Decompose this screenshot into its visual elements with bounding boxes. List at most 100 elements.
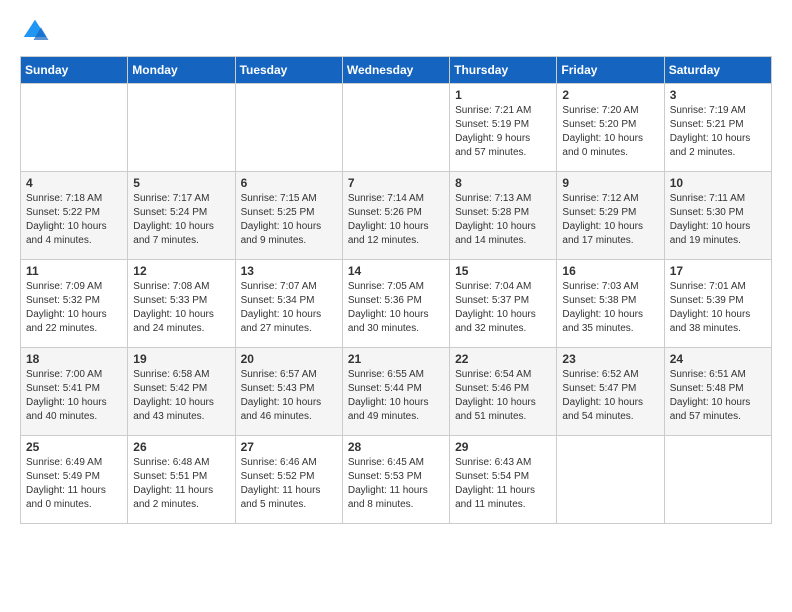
day-info: Sunrise: 6:46 AM Sunset: 5:52 PM Dayligh… — [241, 456, 337, 512]
day-info: Sunrise: 6:49 AM Sunset: 5:49 PM Dayligh… — [26, 456, 122, 512]
calendar-cell: 16 Sunrise: 7:03 AM Sunset: 5:38 PM Dayli… — [557, 260, 664, 348]
day-number: 9 — [562, 176, 658, 190]
calendar-cell — [128, 84, 235, 172]
day-info: Sunrise: 7:08 AM Sunset: 5:33 PM Dayligh… — [133, 280, 229, 336]
day-number: 24 — [670, 352, 766, 366]
calendar-cell: 25Sunrise: 6:49 AM Sunset: 5:49 PM Dayli… — [21, 436, 128, 524]
day-info: Sunrise: 7:05 AM Sunset: 5:36 PM Dayligh… — [348, 280, 444, 336]
day-info: Sunrise: 7:19 AM Sunset: 5:21 PM Dayligh… — [670, 104, 766, 160]
day-number: 18 — [26, 352, 122, 366]
calendar-cell: 4Sunrise: 7:18 AM Sunset: 5:22 PM Daylig… — [21, 172, 128, 260]
day-number: 26 — [133, 440, 229, 454]
day-number: 3 — [670, 88, 766, 102]
calendar-cell: 14 Sunrise: 7:05 AM Sunset: 5:36 PM Dayli… — [342, 260, 449, 348]
day-header-sunday: Sunday — [21, 57, 128, 84]
day-number: 14 — [348, 264, 444, 278]
day-number: 17 — [670, 264, 766, 278]
day-number: 15 — [455, 264, 551, 278]
day-info: Sunrise: 7:17 AM Sunset: 5:24 PM Dayligh… — [133, 192, 229, 248]
calendar-cell — [235, 84, 342, 172]
day-info: Sunrise: 7:18 AM Sunset: 5:22 PM Dayligh… — [26, 192, 122, 248]
day-number: 8 — [455, 176, 551, 190]
calendar-cell: 11 Sunrise: 7:09 AM Sunset: 5:32 PM Dayli… — [21, 260, 128, 348]
day-info: Sunrise: 7:04 AM Sunset: 5:37 PM Dayligh… — [455, 280, 551, 336]
calendar-cell: 15 Sunrise: 7:04 AM Sunset: 5:37 PM Dayli… — [450, 260, 557, 348]
day-number: 20 — [241, 352, 337, 366]
day-info: Sunrise: 7:14 AM Sunset: 5:26 PM Dayligh… — [348, 192, 444, 248]
day-number: 2 — [562, 88, 658, 102]
calendar-cell: 10 Sunrise: 7:11 AM Sunset: 5:30 PM Dayli… — [664, 172, 771, 260]
day-info: Sunrise: 7:00 AM Sunset: 5:41 PM Dayligh… — [26, 368, 122, 424]
calendar-cell: 12 Sunrise: 7:08 AM Sunset: 5:33 PM Dayli… — [128, 260, 235, 348]
day-header-saturday: Saturday — [664, 57, 771, 84]
calendar-cell — [21, 84, 128, 172]
day-info: Sunrise: 6:51 AM Sunset: 5:48 PM Dayligh… — [670, 368, 766, 424]
calendar-cell: 8Sunrise: 7:13 AM Sunset: 5:28 PM Daylig… — [450, 172, 557, 260]
calendar-cell: 21 Sunrise: 6:55 AM Sunset: 5:44 PM Dayli… — [342, 348, 449, 436]
day-number: 1 — [455, 88, 551, 102]
day-number: 21 — [348, 352, 444, 366]
day-info: Sunrise: 6:57 AM Sunset: 5:43 PM Dayligh… — [241, 368, 337, 424]
day-info: Sunrise: 6:43 AM Sunset: 5:54 PM Dayligh… — [455, 456, 551, 512]
day-number: 7 — [348, 176, 444, 190]
calendar-week-5: 25Sunrise: 6:49 AM Sunset: 5:49 PM Dayli… — [21, 436, 772, 524]
calendar-cell: 19 Sunrise: 6:58 AM Sunset: 5:42 PM Dayli… — [128, 348, 235, 436]
calendar-cell — [557, 436, 664, 524]
day-info: Sunrise: 7:21 AM Sunset: 5:19 PM Dayligh… — [455, 104, 551, 160]
calendar-cell: 17 Sunrise: 7:01 AM Sunset: 5:39 PM Dayli… — [664, 260, 771, 348]
day-number: 6 — [241, 176, 337, 190]
calendar-cell — [664, 436, 771, 524]
day-info: Sunrise: 6:54 AM Sunset: 5:46 PM Dayligh… — [455, 368, 551, 424]
day-info: Sunrise: 6:55 AM Sunset: 5:44 PM Dayligh… — [348, 368, 444, 424]
day-header-thursday: Thursday — [450, 57, 557, 84]
calendar-cell: 24 Sunrise: 6:51 AM Sunset: 5:48 PM Dayli… — [664, 348, 771, 436]
calendar-week-4: 18 Sunrise: 7:00 AM Sunset: 5:41 PM Dayli… — [21, 348, 772, 436]
day-info: Sunrise: 7:11 AM Sunset: 5:30 PM Dayligh… — [670, 192, 766, 248]
day-number: 28 — [348, 440, 444, 454]
calendar-cell: 22Sunrise: 6:54 AM Sunset: 5:46 PM Dayli… — [450, 348, 557, 436]
day-number: 12 — [133, 264, 229, 278]
day-info: Sunrise: 7:15 AM Sunset: 5:25 PM Dayligh… — [241, 192, 337, 248]
calendar-week-1: 1 Sunrise: 7:21 AM Sunset: 5:19 PM Daylig… — [21, 84, 772, 172]
logo — [20, 16, 54, 46]
calendar-cell: 29 Sunrise: 6:43 AM Sunset: 5:54 PM Dayli… — [450, 436, 557, 524]
calendar-cell: 7 Sunrise: 7:14 AM Sunset: 5:26 PM Daylig… — [342, 172, 449, 260]
calendar-cell: 27 Sunrise: 6:46 AM Sunset: 5:52 PM Dayli… — [235, 436, 342, 524]
calendar-cell: 20 Sunrise: 6:57 AM Sunset: 5:43 PM Dayli… — [235, 348, 342, 436]
calendar-week-3: 11 Sunrise: 7:09 AM Sunset: 5:32 PM Dayli… — [21, 260, 772, 348]
day-number: 11 — [26, 264, 122, 278]
day-header-tuesday: Tuesday — [235, 57, 342, 84]
day-info: Sunrise: 7:03 AM Sunset: 5:38 PM Dayligh… — [562, 280, 658, 336]
day-info: Sunrise: 7:01 AM Sunset: 5:39 PM Dayligh… — [670, 280, 766, 336]
calendar-cell: 3 Sunrise: 7:19 AM Sunset: 5:21 PM Daylig… — [664, 84, 771, 172]
day-header-wednesday: Wednesday — [342, 57, 449, 84]
calendar-cell: 5Sunrise: 7:17 AM Sunset: 5:24 PM Daylig… — [128, 172, 235, 260]
calendar-cell: 1 Sunrise: 7:21 AM Sunset: 5:19 PM Daylig… — [450, 84, 557, 172]
day-header-monday: Monday — [128, 57, 235, 84]
day-info: Sunrise: 6:45 AM Sunset: 5:53 PM Dayligh… — [348, 456, 444, 512]
logo-icon — [20, 16, 50, 46]
calendar-cell: 23Sunrise: 6:52 AM Sunset: 5:47 PM Dayli… — [557, 348, 664, 436]
day-number: 27 — [241, 440, 337, 454]
day-info: Sunrise: 7:09 AM Sunset: 5:32 PM Dayligh… — [26, 280, 122, 336]
day-number: 29 — [455, 440, 551, 454]
day-info: Sunrise: 7:20 AM Sunset: 5:20 PM Dayligh… — [562, 104, 658, 160]
day-number: 19 — [133, 352, 229, 366]
calendar-cell: 18 Sunrise: 7:00 AM Sunset: 5:41 PM Dayli… — [21, 348, 128, 436]
day-number: 16 — [562, 264, 658, 278]
day-info: Sunrise: 6:58 AM Sunset: 5:42 PM Dayligh… — [133, 368, 229, 424]
day-info: Sunrise: 6:52 AM Sunset: 5:47 PM Dayligh… — [562, 368, 658, 424]
page-header — [20, 16, 772, 46]
calendar-cell: 13 Sunrise: 7:07 AM Sunset: 5:34 PM Dayli… — [235, 260, 342, 348]
day-number: 10 — [670, 176, 766, 190]
day-number: 13 — [241, 264, 337, 278]
calendar-cell: 28 Sunrise: 6:45 AM Sunset: 5:53 PM Dayli… — [342, 436, 449, 524]
day-info: Sunrise: 6:48 AM Sunset: 5:51 PM Dayligh… — [133, 456, 229, 512]
calendar-cell — [342, 84, 449, 172]
calendar-cell: 9 Sunrise: 7:12 AM Sunset: 5:29 PM Daylig… — [557, 172, 664, 260]
day-info: Sunrise: 7:12 AM Sunset: 5:29 PM Dayligh… — [562, 192, 658, 248]
calendar-header-row: SundayMondayTuesdayWednesdayThursdayFrid… — [21, 57, 772, 84]
day-info: Sunrise: 7:07 AM Sunset: 5:34 PM Dayligh… — [241, 280, 337, 336]
calendar-week-2: 4Sunrise: 7:18 AM Sunset: 5:22 PM Daylig… — [21, 172, 772, 260]
calendar-cell: 2 Sunrise: 7:20 AM Sunset: 5:20 PM Daylig… — [557, 84, 664, 172]
